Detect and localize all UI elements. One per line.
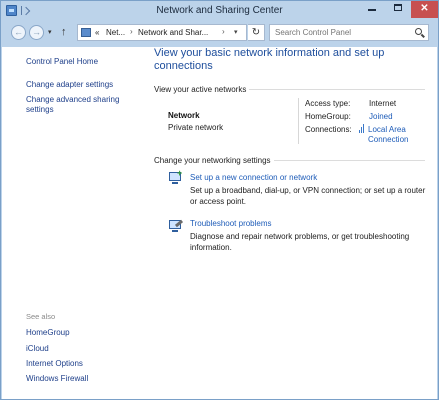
close-button[interactable]: ✕ <box>411 1 438 18</box>
minimize-icon <box>368 9 376 12</box>
breadcrumb-network[interactable]: Net... <box>106 28 125 37</box>
troubleshoot-icon[interactable] <box>167 219 184 234</box>
title-bar[interactable]: Network and Sharing Center ✕ <box>1 1 438 20</box>
search-box[interactable] <box>269 24 429 41</box>
address-bar[interactable]: « Net... › Network and Shar... › ▾ <box>77 24 247 41</box>
content-area: Control Panel Home Change adapter settin… <box>2 47 437 399</box>
connections-label: Connections: <box>305 125 352 134</box>
active-networks-heading: View your active networks <box>154 85 247 94</box>
local-area-connection-link[interactable]: Local Area Connection <box>368 125 428 145</box>
control-panel-home-link[interactable]: Control Panel Home <box>26 57 98 67</box>
back-button[interactable]: ← <box>11 25 26 40</box>
setup-new-connection-link[interactable]: Set up a new connection or network <box>190 173 317 182</box>
access-type-value: Internet <box>369 99 397 108</box>
search-icon[interactable] <box>415 28 422 35</box>
see-also-icloud-link[interactable]: iCloud <box>26 344 49 354</box>
signal-bars-icon <box>358 124 365 135</box>
network-type[interactable]: Private network <box>168 123 223 132</box>
change-advanced-sharing-link[interactable]: Change advanced sharing settings <box>26 95 126 115</box>
section-divider <box>274 160 425 161</box>
address-dropdown-icon[interactable]: ▾ <box>234 28 238 36</box>
network-sharing-window: Network and Sharing Center ✕ ← → ▾ ↑ « N… <box>0 0 439 400</box>
section-divider <box>249 89 425 90</box>
refresh-button[interactable]: ↻ <box>248 24 265 41</box>
vertical-divider <box>298 98 299 144</box>
new-connection-icon[interactable]: + <box>167 169 184 186</box>
control-panel-icon <box>81 28 91 37</box>
recent-locations-dropdown[interactable]: ▾ <box>48 28 52 36</box>
breadcrumb-network-sharing[interactable]: Network and Shar... <box>138 28 208 37</box>
left-pane: Control Panel Home Change adapter settin… <box>2 47 142 399</box>
navigation-bar: ← → ▾ ↑ « Net... › Network and Shar... ›… <box>1 20 438 47</box>
breadcrumb-chevron-icon[interactable]: › <box>222 27 225 36</box>
access-type-label: Access type: <box>305 99 351 108</box>
see-also-homegroup-link[interactable]: HomeGroup <box>26 328 70 338</box>
see-also-windows-firewall-link[interactable]: Windows Firewall <box>26 374 88 384</box>
maximize-button[interactable] <box>385 1 411 18</box>
troubleshoot-problems-link[interactable]: Troubleshoot problems <box>190 219 272 228</box>
change-settings-heading: Change your networking settings <box>154 156 271 165</box>
troubleshoot-problems-description: Diagnose and repair network problems, or… <box>190 232 410 252</box>
setup-new-connection-description: Set up a broadband, dial-up, or VPN conn… <box>190 186 426 206</box>
see-also-internet-options-link[interactable]: Internet Options <box>26 359 83 369</box>
homegroup-label: HomeGroup: <box>305 112 351 121</box>
forward-button[interactable]: → <box>29 25 44 40</box>
maximize-icon <box>394 3 402 11</box>
see-also-label: See also <box>26 312 56 321</box>
up-button[interactable]: ↑ <box>61 26 67 38</box>
breadcrumb-chevron-icon[interactable]: › <box>130 27 133 36</box>
minimize-button[interactable] <box>359 1 385 18</box>
search-input[interactable] <box>270 25 410 40</box>
close-icon: ✕ <box>420 3 429 14</box>
page-title: View your basic network information and … <box>154 47 385 72</box>
address-overflow[interactable]: « <box>95 28 99 37</box>
change-adapter-settings-link[interactable]: Change adapter settings <box>26 80 113 90</box>
homegroup-link[interactable]: Joined <box>369 112 393 121</box>
network-name: Network <box>168 111 200 120</box>
